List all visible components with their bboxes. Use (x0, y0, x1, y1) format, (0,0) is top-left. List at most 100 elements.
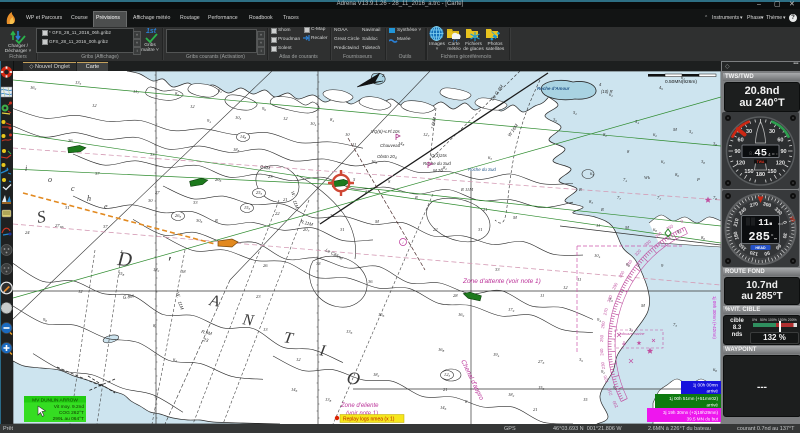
svg-text:90: 90 (780, 149, 786, 155)
svg-text:R: R (600, 207, 604, 212)
svg-text:Q(3)15s: Q(3)15s (431, 153, 448, 158)
svg-text:11: 11 (352, 142, 356, 147)
svg-text:Wk: Wk (644, 175, 651, 180)
svg-text:270: 270 (602, 307, 609, 316)
svg-text:250: 250 (599, 334, 604, 342)
svg-text:31: 31 (478, 227, 483, 232)
svg-text:24: 24 (25, 230, 30, 235)
svg-text:64: 64 (173, 357, 177, 363)
svg-text:18: 18 (181, 269, 186, 274)
svg-text:290: 290 (611, 281, 619, 290)
svg-text:260: 260 (600, 320, 606, 328)
svg-text:W 16M: W 16M (507, 123, 519, 138)
svg-text:22: 22 (275, 211, 280, 216)
svg-text:W.: W. (175, 292, 182, 299)
svg-text:Roche du Sud: Roche du Sud (468, 167, 496, 172)
svg-text:h: h (87, 194, 91, 203)
svg-text:33: 33 (193, 200, 198, 205)
svg-text:220: 220 (602, 374, 609, 383)
svg-text:M: M (640, 303, 646, 308)
svg-text:Vit moy. 9.2nd: Vit moy. 9.2nd (54, 404, 85, 410)
svg-text:0.8M: 0.8M (260, 164, 271, 171)
svg-text:R: R (214, 218, 218, 223)
svg-text:i: i (25, 164, 27, 173)
svg-text:23: 23 (268, 174, 273, 179)
svg-text:N: N (240, 311, 256, 330)
svg-text:3j 19h 30mn (+2j19h29mn): 3j 19h 30mn (+2j19h29mn) (663, 410, 719, 415)
svg-text:11: 11 (596, 223, 600, 228)
svg-text:TWA: TWA (757, 160, 765, 164)
svg-text:R: R (414, 195, 418, 200)
svg-text:o: o (48, 175, 52, 184)
svg-text:33: 33 (495, 267, 500, 272)
svg-text:arrivé: arrivé (707, 403, 719, 408)
svg-text:12: 12 (563, 285, 568, 290)
svg-text:30: 30 (148, 198, 153, 203)
svg-text:39.5 MN du but: 39.5 MN du but (687, 417, 719, 422)
svg-text:12: 12 (283, 116, 288, 121)
svg-text:Roche du Sud: Roche du Sud (423, 161, 451, 166)
svg-text:12: 12 (190, 104, 195, 109)
svg-text:117: 117 (133, 89, 139, 95)
svg-text:168: 168 (371, 159, 378, 165)
svg-text:e: e (104, 202, 108, 211)
svg-text:Chauveau: Chauveau (380, 143, 401, 148)
svg-text:63: 63 (488, 155, 492, 161)
svg-text:1j 09h 30mn (+42mn): 1j 09h 30mn (+42mn) (712, 296, 717, 339)
svg-text:c: c (71, 184, 75, 193)
svg-text:179: 179 (508, 307, 515, 313)
svg-text:37: 37 (95, 171, 100, 176)
svg-text:120: 120 (736, 160, 745, 166)
svg-text:45: 45 (754, 148, 767, 160)
svg-text:33: 33 (150, 152, 155, 157)
svg-text:39: 39 (579, 357, 583, 363)
svg-text:60: 60 (738, 137, 744, 143)
svg-text:A: A (207, 292, 221, 311)
svg-text:I: I (317, 342, 327, 360)
svg-text:(10) R: (10) R (601, 89, 613, 94)
svg-text:36: 36 (68, 138, 73, 143)
svg-text:COG 262°T: COG 262°T (59, 410, 84, 416)
svg-text:136: 136 (346, 329, 353, 335)
svg-text:VQ(6)+LFl.10s: VQ(6)+LFl.10s (371, 129, 400, 134)
svg-text:300: 300 (617, 269, 625, 278)
svg-text:26: 26 (263, 263, 268, 268)
svg-text:30: 30 (769, 129, 775, 135)
svg-text:158: 158 (118, 271, 125, 277)
svg-text:23: 23 (256, 294, 261, 299)
svg-text:15: 15 (583, 397, 588, 402)
svg-text:306: 306 (196, 218, 203, 224)
svg-text:37: 37 (103, 224, 108, 229)
svg-text:10: 10 (345, 132, 350, 137)
svg-text:180: 180 (756, 172, 765, 178)
svg-text:M: M (512, 215, 518, 220)
svg-text:182: 182 (373, 372, 380, 378)
svg-text:31: 31 (65, 205, 70, 210)
svg-text:276: 276 (538, 359, 545, 365)
svg-text:150: 150 (744, 169, 753, 175)
svg-text:94: 94 (207, 118, 211, 124)
svg-text:84: 84 (330, 117, 334, 123)
svg-text:11: 11 (577, 277, 581, 282)
svg-text:96: 96 (262, 106, 266, 112)
svg-text:S: S (388, 179, 391, 184)
svg-text:nd: nd (778, 222, 783, 227)
svg-text:D: D (116, 248, 134, 271)
svg-text:146: 146 (440, 405, 447, 411)
svg-text:21: 21 (483, 207, 488, 212)
svg-text:Chenal d'appro: Chenal d'appro (459, 359, 485, 402)
svg-text:31: 31 (340, 227, 345, 232)
svg-text:138: 138 (325, 397, 332, 403)
svg-text:13: 13 (263, 327, 268, 332)
svg-text:Zone d'attente (voir note 1): Zone d'attente (voir note 1) (462, 278, 541, 285)
svg-text:Zone d'eliente: Zone d'eliente (340, 403, 379, 409)
svg-text:150: 150 (767, 169, 776, 175)
svg-text:21: 21 (533, 407, 538, 412)
svg-text:MV DUNLIN ARROW: MV DUNLIN ARROW (32, 398, 78, 404)
svg-text:R.9M: R.9M (201, 329, 213, 336)
svg-text:11: 11 (758, 218, 769, 228)
svg-text:M: M (374, 219, 380, 224)
svg-text:1j 00h 00mn: 1j 00h 00mn (693, 383, 719, 388)
svg-text:21: 21 (283, 197, 288, 202)
svg-text:21: 21 (365, 189, 370, 194)
